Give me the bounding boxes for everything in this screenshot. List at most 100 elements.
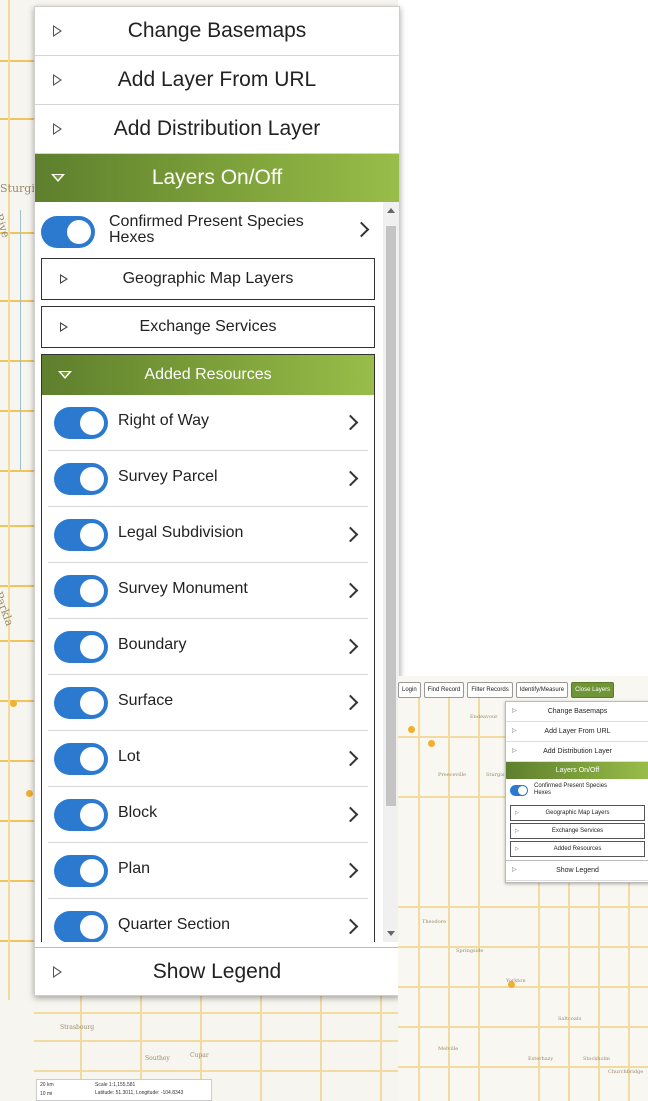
- collapse-arrow-icon: [51, 174, 65, 182]
- layer-toggle[interactable]: [54, 855, 108, 887]
- map-label: Sturgis: [486, 772, 505, 778]
- mini-add-distribution-row[interactable]: ▷ Add Distribution Layer: [506, 742, 648, 762]
- mini-exchange-box[interactable]: ▷ Exchange Services: [510, 823, 645, 839]
- scrollbar-thumb[interactable]: [386, 226, 396, 806]
- resource-label: Survey Parcel: [118, 468, 218, 485]
- chevron-right-icon[interactable]: [342, 862, 359, 879]
- map-label: Springside: [456, 948, 484, 954]
- geographic-map-layers-row[interactable]: Geographic Map Layers: [41, 258, 375, 300]
- resource-row-legal-subdivision[interactable]: Legal Subdivision: [48, 507, 368, 563]
- layer-toggle[interactable]: [54, 575, 108, 607]
- mini-add-layer-url-row[interactable]: ▷ Add Layer From URL: [506, 722, 648, 742]
- resource-row-right-of-way[interactable]: Right of Way: [48, 395, 368, 451]
- added-resources-header[interactable]: Added Resources: [42, 355, 374, 395]
- species-toggle[interactable]: [41, 216, 95, 248]
- resource-label: Legal Subdivision: [118, 524, 244, 541]
- resource-row-survey-monument[interactable]: Survey Monument: [48, 563, 368, 619]
- mini-toolbar: Login Find Record Filter Records Identif…: [398, 682, 615, 698]
- mini-species-toggle[interactable]: [510, 785, 528, 796]
- mini-added-resources-box[interactable]: ▷ Added Resources: [510, 841, 645, 857]
- chevron-right-icon[interactable]: [342, 582, 359, 599]
- layer-toggle[interactable]: [54, 463, 108, 495]
- toggle-knob: [80, 411, 104, 435]
- mini-layers-header[interactable]: Layers On/Off: [506, 762, 648, 779]
- chevron-right-icon[interactable]: [342, 638, 359, 655]
- mini-login-button[interactable]: Login: [398, 682, 421, 698]
- resource-row-boundary[interactable]: Boundary: [48, 619, 368, 675]
- added-resources-label: Added Resources: [144, 366, 272, 383]
- map-road: [0, 940, 34, 942]
- expand-arrow-icon: [53, 965, 62, 978]
- scroll-up-arrow-icon[interactable]: [387, 208, 395, 213]
- scroll-down-arrow-icon[interactable]: [387, 931, 395, 936]
- scrollbar[interactable]: [383, 202, 399, 942]
- layer-toggle[interactable]: [54, 743, 108, 775]
- resource-list: Right of Way Survey Parcel Legal Subdivi…: [42, 395, 374, 942]
- map-road: [0, 410, 34, 412]
- chevron-right-icon[interactable]: [342, 806, 359, 823]
- exchange-services-row[interactable]: Exchange Services: [41, 306, 375, 348]
- map-town-marker: [408, 726, 415, 733]
- mini-find-record-button[interactable]: Find Record: [423, 682, 465, 698]
- mini-box-label: Added Resources: [553, 846, 602, 852]
- map-road: [418, 698, 420, 1101]
- layer-toggle[interactable]: [54, 631, 108, 663]
- mini-species-row[interactable]: Confirmed Present Species Hexes: [506, 779, 648, 803]
- species-layer-label: Confirmed Present Species Hexes: [109, 213, 304, 246]
- resource-row-plan[interactable]: Plan: [48, 843, 368, 899]
- layer-toggle[interactable]: [54, 799, 108, 831]
- layer-toggle[interactable]: [54, 687, 108, 719]
- resource-row-block[interactable]: Block: [48, 787, 368, 843]
- chevron-right-icon[interactable]: [342, 750, 359, 767]
- map-road: [8, 0, 10, 1000]
- chevron-right-icon[interactable]: [342, 470, 359, 487]
- layers-scroll-area[interactable]: Confirmed Present Species Hexes Geograph…: [35, 202, 399, 942]
- chevron-right-icon[interactable]: [342, 414, 359, 431]
- map-road: [448, 698, 450, 1101]
- map-road: [398, 946, 648, 948]
- map-road: [380, 995, 382, 1101]
- mini-filter-records-button[interactable]: Filter Records: [467, 682, 513, 698]
- resource-row-surface[interactable]: Surface: [48, 675, 368, 731]
- layer-toggle[interactable]: [54, 407, 108, 439]
- show-legend-row[interactable]: Show Legend: [35, 947, 399, 995]
- resource-row-lot[interactable]: Lot: [48, 731, 368, 787]
- mini-change-basemaps-row[interactable]: ▷ Change Basemaps: [506, 702, 648, 722]
- mini-identify-measure-button[interactable]: Identify/Measure: [515, 682, 569, 698]
- map-town-marker: [26, 790, 33, 797]
- layers-on-off-header[interactable]: Layers On/Off: [35, 154, 399, 202]
- map-road: [398, 906, 648, 908]
- add-layer-from-url-row[interactable]: Add Layer From URL: [35, 56, 399, 105]
- change-basemaps-row[interactable]: Change Basemaps: [35, 7, 399, 56]
- resource-label: Block: [118, 804, 158, 821]
- mini-row-label: Show Legend: [556, 867, 599, 874]
- add-distribution-layer-row[interactable]: Add Distribution Layer: [35, 105, 399, 154]
- chevron-right-icon[interactable]: [342, 918, 359, 935]
- layer-toggle[interactable]: [54, 519, 108, 551]
- species-layer-row[interactable]: Confirmed Present Species Hexes: [35, 202, 399, 254]
- layers-on-off-label: Layers On/Off: [151, 166, 283, 189]
- mini-show-legend-row[interactable]: ▷ Show Legend: [506, 860, 648, 881]
- geographic-map-layers-label: Geographic Map Layers: [122, 270, 294, 287]
- chevron-right-icon[interactable]: [353, 221, 370, 238]
- map-label: Esterhazy: [528, 1056, 554, 1062]
- resource-row-quarter-section[interactable]: Quarter Section: [48, 899, 368, 942]
- map-label: Churchbridge: [608, 1069, 644, 1075]
- chevron-right-icon[interactable]: [342, 526, 359, 543]
- map-road: [0, 360, 34, 362]
- chevron-right-icon[interactable]: [342, 694, 359, 711]
- map-road: [0, 820, 34, 822]
- map-label: Saltcoats: [558, 1016, 582, 1022]
- toggle-knob: [80, 803, 104, 827]
- layer-toggle[interactable]: [54, 911, 108, 942]
- map-town-marker: [10, 700, 17, 707]
- map-label: Theodore: [422, 919, 447, 925]
- expand-arrow-icon: [60, 274, 68, 284]
- mini-geographic-box[interactable]: ▷ Geographic Map Layers: [510, 805, 645, 821]
- map-label: Stockholm: [583, 1056, 610, 1062]
- map-road: [0, 118, 34, 120]
- map-road: [398, 1026, 648, 1028]
- expand-arrow-icon: [53, 123, 62, 135]
- mini-close-layers-button[interactable]: Close Layers: [571, 682, 615, 698]
- resource-row-survey-parcel[interactable]: Survey Parcel: [48, 451, 368, 507]
